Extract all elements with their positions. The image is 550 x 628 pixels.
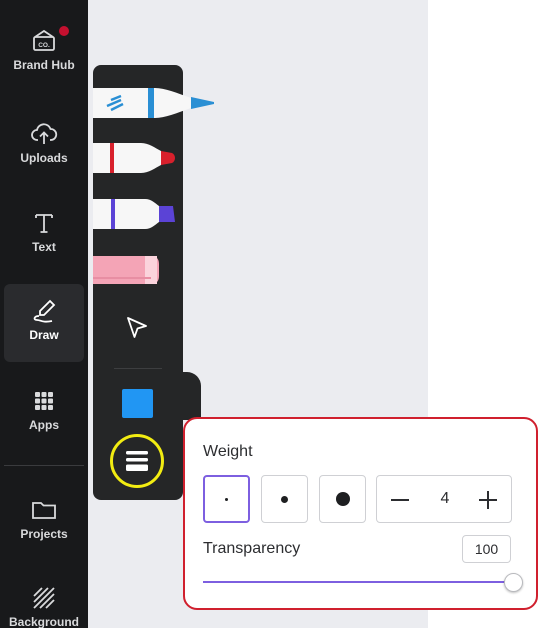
svg-text:CO.: CO. bbox=[38, 42, 50, 49]
transparency-value-input[interactable]: 100 bbox=[462, 535, 511, 563]
sidebar-divider bbox=[4, 465, 84, 466]
apps-grid-icon bbox=[29, 386, 59, 416]
sidebar-item-draw[interactable]: Draw bbox=[4, 284, 84, 362]
eraser-icon bbox=[93, 256, 159, 284]
decrease-weight-button[interactable] bbox=[388, 488, 412, 512]
weight-medium-button[interactable] bbox=[261, 475, 308, 523]
weight-large-button[interactable] bbox=[319, 475, 366, 523]
minus-icon bbox=[391, 499, 409, 501]
plus-icon bbox=[479, 491, 497, 509]
toolbar-divider bbox=[114, 368, 162, 369]
sidebar-item-text[interactable]: Text bbox=[4, 196, 84, 274]
stroke-settings-popover: Weight 4 Transparency 100 bbox=[183, 417, 538, 610]
marker-tool[interactable] bbox=[93, 140, 177, 176]
sidebar-item-label: Text bbox=[32, 240, 56, 254]
left-sidebar: CO. Brand Hub Uploads Text Draw Apps Pro… bbox=[0, 0, 88, 628]
hatch-pattern-icon bbox=[29, 583, 59, 613]
weight-value[interactable]: 4 bbox=[427, 490, 463, 508]
stroke-settings-button[interactable] bbox=[110, 434, 164, 488]
folder-icon bbox=[29, 495, 59, 525]
sidebar-item-label: Background bbox=[8, 615, 79, 628]
line-weight-icon bbox=[126, 451, 148, 471]
sidebar-item-label: Brand Hub bbox=[13, 58, 75, 72]
medium-dot-icon bbox=[281, 495, 288, 503]
sidebar-item-label: Projects bbox=[20, 527, 68, 541]
sidebar-item-label: Draw bbox=[29, 328, 59, 342]
increase-weight-button[interactable] bbox=[476, 488, 500, 512]
marker-icon bbox=[93, 143, 175, 173]
transparency-slider-fill bbox=[203, 581, 513, 583]
weight-small-button[interactable] bbox=[203, 475, 250, 523]
transparency-slider[interactable] bbox=[203, 581, 513, 583]
sidebar-item-background[interactable]: Background bbox=[4, 571, 84, 628]
select-tool[interactable] bbox=[124, 315, 152, 343]
transparency-label: Transparency bbox=[203, 540, 301, 557]
text-t-icon bbox=[29, 208, 59, 238]
sidebar-item-brand-hub[interactable]: CO. Brand Hub bbox=[4, 14, 84, 92]
large-dot-icon bbox=[335, 492, 350, 506]
cloud-upload-icon bbox=[29, 119, 59, 149]
draw-squiggle-icon bbox=[29, 296, 59, 326]
sidebar-item-projects[interactable]: Projects bbox=[4, 483, 84, 561]
highlighter-tool[interactable] bbox=[93, 196, 177, 232]
pen-tool[interactable] bbox=[93, 84, 217, 122]
toolbar-notch bbox=[183, 372, 201, 420]
color-swatch[interactable] bbox=[122, 389, 153, 418]
weight-label: Weight bbox=[203, 443, 253, 460]
cursor-arrow-icon bbox=[127, 317, 147, 338]
weight-stepper: 4 bbox=[376, 475, 512, 523]
small-dot-icon bbox=[225, 497, 228, 501]
highlighter-icon bbox=[93, 199, 175, 229]
sidebar-item-label: Apps bbox=[29, 418, 59, 432]
brand-hub-icon: CO. bbox=[29, 26, 59, 56]
eraser-tool[interactable] bbox=[93, 254, 163, 286]
sidebar-item-label: Uploads bbox=[20, 151, 68, 165]
pen-icon bbox=[93, 88, 214, 118]
notification-dot bbox=[59, 26, 69, 36]
sidebar-item-uploads[interactable]: Uploads bbox=[4, 107, 84, 185]
sidebar-item-apps[interactable]: Apps bbox=[4, 374, 84, 452]
transparency-slider-thumb[interactable] bbox=[504, 573, 523, 592]
